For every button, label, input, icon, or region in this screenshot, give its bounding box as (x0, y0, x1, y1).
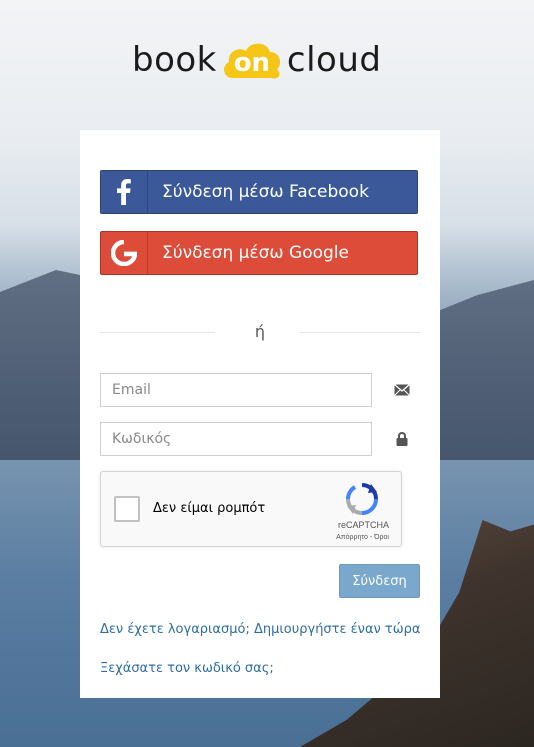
or-divider: ή (100, 320, 420, 344)
logo-cloud-badge: on (219, 38, 285, 82)
facebook-icon (101, 171, 148, 213)
create-account-link[interactable]: Δεν έχετε λογαριασμό; Δημιουργήστε έναν … (100, 622, 420, 637)
divider-line-right (300, 332, 420, 333)
login-submit-button[interactable]: Σύνδεση (339, 564, 420, 598)
recaptcha-label: Δεν είμαι ρομπότ (153, 501, 266, 516)
lock-icon (394, 431, 410, 447)
google-login-label: Σύνδεση μέσω Google (162, 243, 349, 263)
background-hill-right (430, 280, 534, 470)
logo-text-cloud: cloud (286, 40, 382, 80)
google-login-button[interactable]: Σύνδεση μέσω Google (100, 231, 418, 275)
google-icon (101, 232, 148, 274)
facebook-login-label: Σύνδεση μέσω Facebook (162, 182, 369, 202)
password-field[interactable] (100, 422, 372, 456)
login-card: Σύνδεση μέσω Facebook Σύνδεση μέσω Googl… (80, 130, 440, 698)
email-field[interactable] (100, 373, 372, 407)
recaptcha-privacy-terms[interactable]: Απόρρητο - Όροι (336, 534, 389, 541)
site-logo[interactable]: book on cloud (132, 34, 392, 86)
facebook-login-button[interactable]: Σύνδεση μέσω Facebook (100, 170, 418, 214)
logo-text-book: book (132, 40, 217, 80)
recaptcha-widget: Δεν είμαι ρομπότ reCAPTCHA Απόρρητο - Όρ… (100, 471, 402, 547)
recaptcha-checkbox[interactable] (114, 496, 140, 522)
recaptcha-brand: reCAPTCHA (337, 520, 389, 530)
envelope-icon (394, 382, 410, 398)
forgot-password-link[interactable]: Ξεχάσατε τον κωδικό σας; (100, 661, 274, 676)
logo-text-on: on (233, 48, 271, 78)
recaptcha-icon (345, 482, 379, 516)
